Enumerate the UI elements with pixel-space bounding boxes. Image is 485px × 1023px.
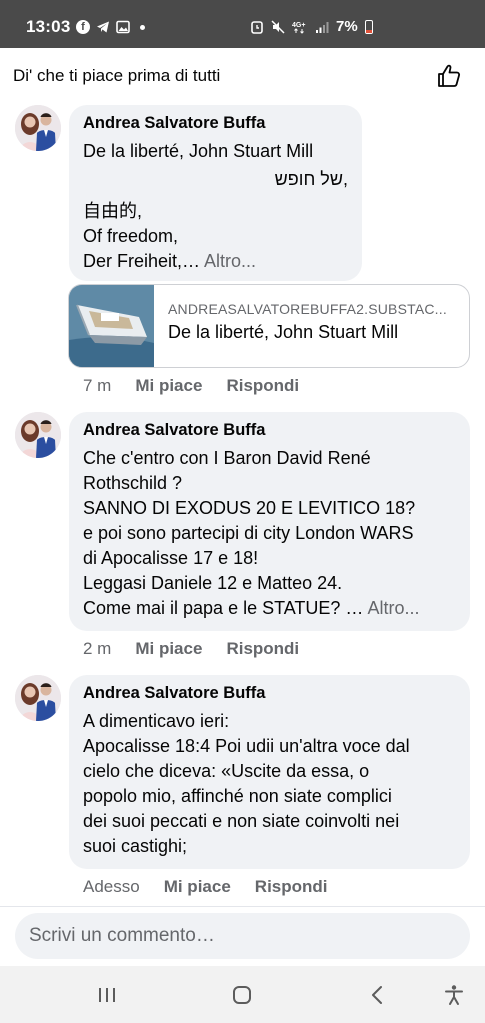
comment-author[interactable]: Andrea Salvatore Buffa (83, 114, 348, 133)
comment-line: של חופש, (274, 169, 348, 189)
link-domain: ANDREASALVATOREBUFFA2.SUBSTAC... (168, 301, 447, 317)
avatar[interactable] (15, 105, 61, 151)
comment-timestamp[interactable]: 2 m (83, 639, 111, 659)
comment-line: di Apocalisse 17 e 18! (83, 548, 259, 568)
yacht-image (69, 285, 154, 367)
comment-line: dei suoi peccati e non siate coinvolti n… (83, 811, 400, 831)
comment-line: Leggasi Daniele 12 e Matteo 24. (83, 573, 343, 593)
like-button[interactable]: Mi piace (135, 376, 202, 396)
comment-timestamp[interactable]: 7 m (83, 376, 111, 396)
link-preview-card[interactable]: ANDREASALVATOREBUFFA2.SUBSTAC... De la l… (68, 284, 470, 368)
avatar[interactable] (15, 412, 61, 458)
reply-button[interactable]: Rispondi (255, 877, 328, 897)
comment-line: e poi sono partecipi di city London WARS (83, 523, 414, 543)
comment-line: De la liberté, John Stuart Mill (83, 141, 314, 161)
thumbs-up-icon[interactable] (436, 63, 462, 89)
comment-last-line: Come mai il papa e le STATUE? … Altro... (83, 596, 456, 621)
status-left-icons: f (76, 20, 145, 34)
comment-line: Che c'entro con I Baron David René (83, 448, 371, 468)
reply-button[interactable]: Rispondi (226, 376, 299, 396)
status-bar: 13:03 f 4G+ 7% (0, 0, 485, 48)
link-title: De la liberté, John Stuart Mill (168, 322, 399, 342)
comment-line: popolo mio, affinché non siate complici (83, 786, 392, 806)
comment-actions: Adesso Mi piace Rispondi (83, 877, 328, 897)
comment-line: A dimenticavo ieri: (83, 711, 230, 731)
comment-timestamp[interactable]: Adesso (83, 877, 140, 897)
like-button[interactable]: Mi piace (135, 639, 202, 659)
comment-bubble[interactable]: Andrea Salvatore Buffa Che c'entro con I… (69, 412, 470, 631)
back-icon[interactable] (367, 984, 389, 1006)
comment-line: Come mai il papa e le STATUE? … (83, 598, 364, 618)
comment-actions: 7 m Mi piace Rispondi (83, 376, 299, 396)
recent-apps-icon[interactable] (96, 984, 118, 1006)
system-nav-bar (0, 966, 485, 1023)
comment-line: SANNO DI EXODUS 20 E LEVITICO 18? (83, 498, 416, 518)
accessibility-icon[interactable] (443, 984, 465, 1006)
notification-dot (140, 24, 145, 30)
telegram-icon (97, 21, 109, 33)
see-more-link[interactable]: Altro... (204, 251, 256, 271)
comment-line: Apocalisse 18:4 Poi udii un'altra voce d… (83, 736, 410, 756)
comment-author[interactable]: Andrea Salvatore Buffa (83, 421, 456, 440)
avatar-image (15, 412, 61, 458)
like-first-prompt: Di' che ti piace prima di tutti (13, 66, 221, 85)
alarm-icon (251, 20, 263, 34)
see-more-link[interactable]: Altro... (367, 598, 419, 618)
signal-icon (316, 21, 329, 33)
comment-line: suoi castighi; (83, 836, 188, 856)
comment-input[interactable] (15, 913, 470, 959)
comment-actions: 2 m Mi piace Rispondi (83, 639, 299, 659)
comment-line: Of freedom, (83, 226, 179, 246)
avatar[interactable] (15, 675, 61, 721)
mute-icon (271, 19, 285, 34)
comment-author[interactable]: Andrea Salvatore Buffa (83, 684, 456, 703)
comment-bubble[interactable]: Andrea Salvatore Buffa A dimenticavo ier… (69, 675, 470, 869)
avatar-image (15, 675, 61, 721)
home-icon[interactable] (231, 984, 253, 1006)
battery-percent: 7% (336, 18, 358, 35)
svg-text:4G+: 4G+ (292, 22, 305, 29)
avatar-image (15, 105, 61, 151)
comment-line: Der Freiheit,… (83, 251, 201, 271)
gallery-icon (116, 20, 130, 34)
comment-last-line: Der Freiheit,… Altro... (83, 249, 348, 274)
4g-data-icon: 4G+ (292, 22, 305, 34)
status-right-icons: 4G+ 7% (250, 18, 373, 35)
reply-button[interactable]: Rispondi (226, 639, 299, 659)
comment-line: Rothschild ? (83, 473, 183, 493)
comment-composer[interactable] (15, 913, 470, 959)
status-time: 13:03 (26, 17, 71, 36)
battery-icon (364, 19, 373, 34)
comment-line: 自由的, (83, 201, 143, 221)
link-thumbnail (69, 285, 154, 367)
comment-line: cielo che diceva: «Uscite da essa, o (83, 761, 370, 781)
facebook-icon: f (76, 20, 90, 34)
like-button[interactable]: Mi piace (164, 877, 231, 897)
composer-divider (0, 906, 485, 907)
comment-bubble[interactable]: Andrea Salvatore Buffa De la liberté, Jo… (69, 105, 362, 281)
